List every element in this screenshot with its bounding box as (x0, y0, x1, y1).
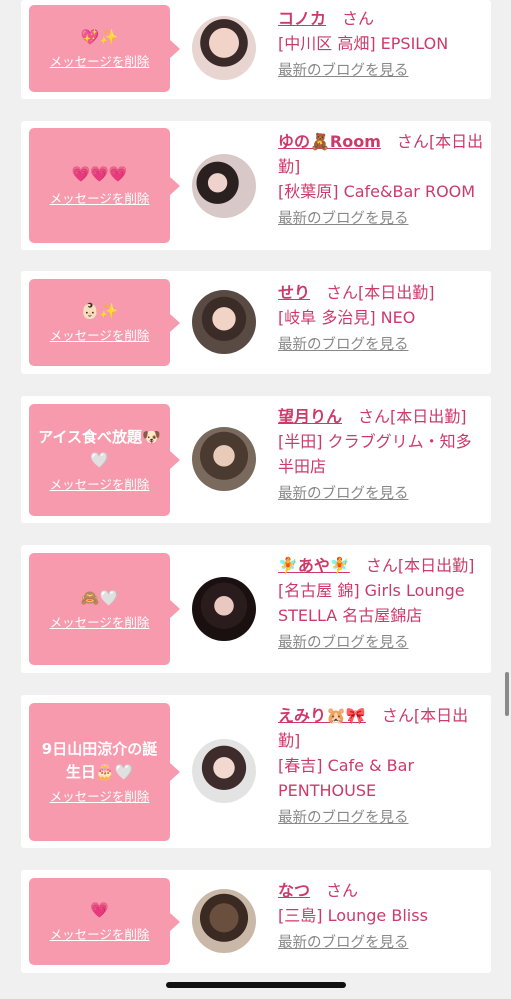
card-info: 望月りん さん[本日出勤] [半田] クラブグリム・知多半田店 最新のブログを見… (278, 404, 486, 505)
message-card: 💗 メッセージを削除 なつ さん [三島] Lounge Bliss 最新のブロ… (21, 870, 491, 973)
blog-link[interactable]: 最新のブログを見る (278, 483, 486, 505)
delete-message-link[interactable]: メッセージを削除 (50, 614, 150, 632)
cast-name-link[interactable]: なつ (278, 881, 310, 900)
shop-name: [秋葉原] Cafe&Bar ROOM (278, 182, 476, 201)
blog-link[interactable]: 最新のブログを見る (278, 632, 486, 654)
card-info: せり さん[本日出勤] [岐阜 多治見] NEO 最新のブログを見る (278, 280, 486, 356)
san-label: さん (358, 407, 391, 426)
shop-name: [名古屋 錦] Girls Lounge STELLA 名古屋錦店 (278, 581, 465, 625)
blog-link[interactable]: 最新のブログを見る (278, 60, 486, 82)
san-label: さん (326, 283, 359, 302)
message-text: アイス食べ放題🐶🤍 (38, 428, 161, 469)
cast-name-link[interactable]: 望月りん (278, 407, 342, 426)
delete-message-link[interactable]: メッセージを削除 (50, 476, 150, 494)
cast-name-link[interactable]: せり (278, 283, 310, 302)
delete-message-link[interactable]: メッセージを削除 (50, 926, 150, 944)
delete-message-link[interactable]: メッセージを削除 (50, 53, 150, 71)
status-text: [本日出勤] (390, 407, 467, 426)
san-label: さん (326, 881, 359, 900)
card-info: ゆの🧸Room さん[本日出勤] [秋葉原] Cafe&Bar ROOM 最新の… (278, 129, 486, 230)
message-bubble: 👶🏻✨ メッセージを削除 (29, 279, 180, 366)
cast-name-link[interactable]: えみり🐹🎀 (278, 706, 366, 725)
message-bubble: 9日山田涼介の誕生日🎂🤍 メッセージを削除 (29, 703, 180, 841)
cast-name-link[interactable]: 🧚あや🧚 (278, 556, 350, 575)
message-card: 👶🏻✨ メッセージを削除 せり さん[本日出勤] [岐阜 多治見] NEO 最新… (21, 271, 491, 374)
avatar[interactable] (192, 889, 256, 953)
message-bubble: 💖✨ メッセージを削除 (29, 5, 180, 92)
home-indicator[interactable] (166, 982, 346, 988)
blog-link[interactable]: 最新のブログを見る (278, 932, 486, 954)
message-text: 🙈🤍 (80, 588, 119, 607)
avatar[interactable] (192, 427, 256, 491)
scrollbar[interactable] (505, 672, 509, 716)
status-text: [本日出勤] (397, 556, 475, 575)
cast-name-link[interactable]: ゆの🧸Room (278, 132, 381, 151)
san-label: さん (342, 9, 375, 28)
message-text: 9日山田涼介の誕生日🎂🤍 (41, 740, 158, 781)
card-info: えみり🐹🎀 さん[本日出勤] [春吉] Cafe & Bar PENTHOUSE… (278, 703, 486, 829)
message-bubble: 🙈🤍 メッセージを削除 (29, 553, 180, 665)
message-text: 💗💗💗 (71, 165, 128, 183)
shop-name: [三島] Lounge Bliss (278, 906, 428, 925)
avatar[interactable] (192, 739, 256, 803)
delete-message-link[interactable]: メッセージを削除 (50, 190, 150, 208)
message-text: 👶🏻✨ (80, 302, 119, 320)
status-text: [本日出勤] (358, 283, 435, 302)
avatar[interactable] (192, 16, 256, 80)
message-card: アイス食べ放題🐶🤍 メッセージを削除 望月りん さん[本日出勤] [半田] クラ… (21, 396, 491, 523)
message-bubble: アイス食べ放題🐶🤍 メッセージを削除 (29, 404, 180, 516)
message-bubble: 💗💗💗 メッセージを削除 (29, 128, 180, 243)
card-info: なつ さん [三島] Lounge Bliss 最新のブログを見る (278, 878, 486, 954)
message-bubble: 💗 メッセージを削除 (29, 878, 180, 965)
blog-link[interactable]: 最新のブログを見る (278, 807, 486, 829)
san-label: さん (365, 556, 398, 575)
blog-link[interactable]: 最新のブログを見る (278, 208, 486, 230)
shop-name: [中川区 高畑] EPSILON (278, 34, 449, 53)
message-card: 9日山田涼介の誕生日🎂🤍 メッセージを削除 えみり🐹🎀 さん[本日出勤] [春吉… (21, 695, 491, 848)
message-card: 💖✨ メッセージを削除 コノカ さん [中川区 高畑] EPSILON 最新のブ… (21, 0, 491, 99)
san-label: さん (396, 132, 429, 151)
avatar[interactable] (192, 154, 256, 218)
message-text: 💗 (90, 901, 109, 919)
delete-message-link[interactable]: メッセージを削除 (50, 788, 150, 806)
card-info: コノカ さん [中川区 高畑] EPSILON 最新のブログを見る (278, 6, 486, 82)
message-card: 💗💗💗 メッセージを削除 ゆの🧸Room さん[本日出勤] [秋葉原] Cafe… (21, 121, 491, 250)
shop-name: [春吉] Cafe & Bar PENTHOUSE (278, 756, 415, 800)
shop-name: [半田] クラブグリム・知多半田店 (278, 432, 472, 476)
delete-message-link[interactable]: メッセージを削除 (50, 327, 150, 345)
message-card: 🙈🤍 メッセージを削除 🧚あや🧚 さん[本日出勤] [名古屋 錦] Girls … (21, 545, 491, 673)
avatar[interactable] (192, 577, 256, 641)
san-label: さん (381, 706, 414, 725)
blog-link[interactable]: 最新のブログを見る (278, 334, 486, 356)
message-text: 💖✨ (80, 28, 119, 46)
card-info: 🧚あや🧚 さん[本日出勤] [名古屋 錦] Girls Lounge STELL… (278, 553, 486, 654)
avatar[interactable] (192, 290, 256, 354)
cast-name-link[interactable]: コノカ (278, 9, 326, 28)
shop-name: [岐阜 多治見] NEO (278, 308, 416, 327)
